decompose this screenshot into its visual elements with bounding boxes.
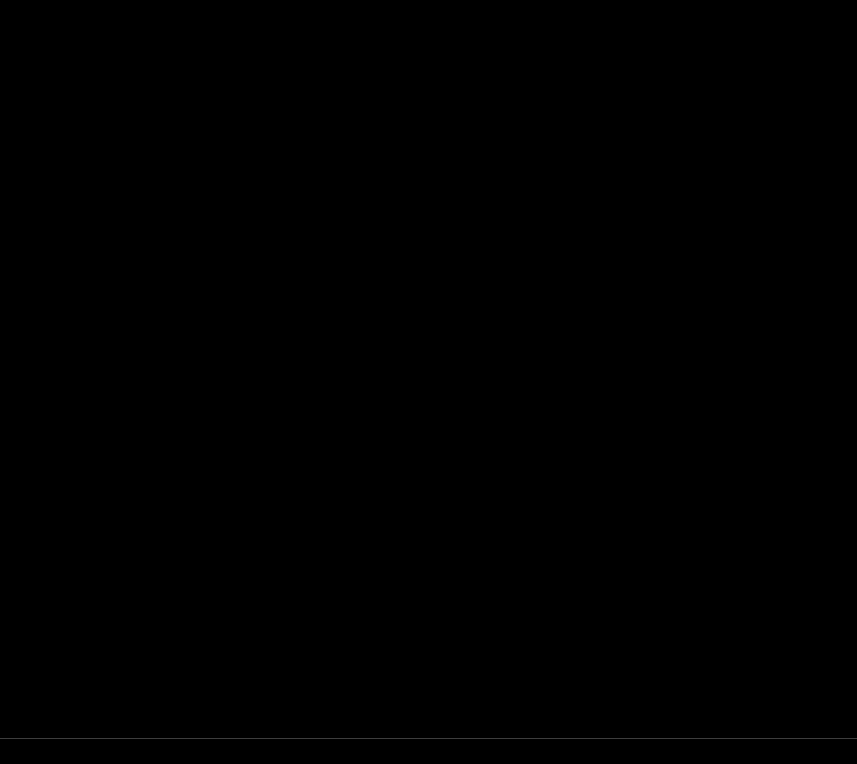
time-axis [0,738,857,764]
chart-canvas[interactable] [0,0,857,764]
macd-header [13,459,33,475]
chart-title [12,5,16,22]
chart-application [0,0,857,764]
rsi-header [13,601,33,617]
